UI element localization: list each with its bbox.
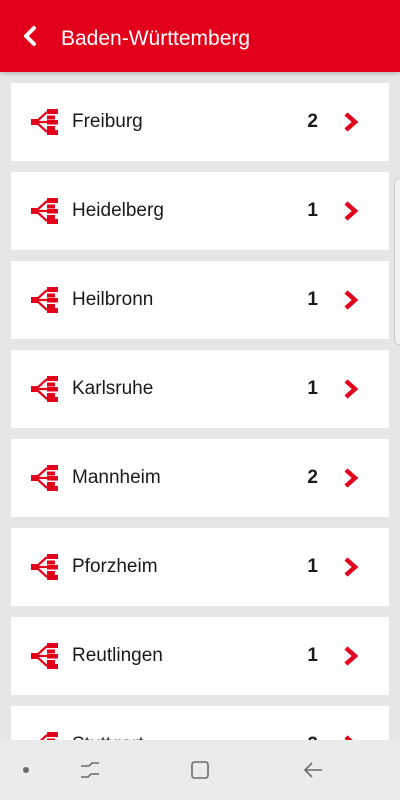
recent-apps-button[interactable] bbox=[74, 754, 106, 786]
list-item-name: Karlsruhe bbox=[72, 378, 154, 399]
system-back-button[interactable] bbox=[297, 754, 329, 786]
list-item-count: 1 bbox=[307, 200, 318, 221]
list-item-name: Mannheim bbox=[72, 467, 161, 488]
list-item[interactable]: Karlsruhe 1 bbox=[11, 350, 389, 428]
home-button[interactable] bbox=[184, 754, 216, 786]
list-item-count: 1 bbox=[307, 556, 318, 577]
list-item-count: 2 bbox=[307, 706, 318, 740]
list-item-name: Reutlingen bbox=[72, 645, 163, 666]
chevron-right-icon bbox=[344, 112, 359, 132]
branch-network-icon bbox=[31, 376, 58, 402]
chevron-right-icon bbox=[344, 201, 359, 221]
chevron-left-icon bbox=[24, 26, 36, 46]
list-item-name: Heidelberg bbox=[72, 200, 164, 221]
city-list[interactable]: Freiburg 2 Heidelberg 1 Heilbronn 1 Karl… bbox=[0, 72, 400, 740]
app-screen: Baden-Württemberg Freiburg 2 Heidelberg … bbox=[0, 0, 400, 800]
list-item-count: 1 bbox=[307, 289, 318, 310]
list-item[interactable]: Pforzheim 1 bbox=[11, 528, 389, 606]
back-arrow-icon bbox=[303, 762, 322, 778]
list-item[interactable]: Heidelberg 1 bbox=[11, 172, 389, 250]
top-app-bar: Baden-Württemberg bbox=[0, 0, 400, 72]
system-navigation-bar bbox=[0, 740, 400, 800]
list-item-count: 1 bbox=[307, 645, 318, 666]
list-item-name: Heilbronn bbox=[72, 289, 154, 310]
list-item-name: Pforzheim bbox=[72, 556, 158, 577]
list-item[interactable]: Freiburg 2 bbox=[11, 83, 389, 161]
chevron-right-icon bbox=[344, 646, 359, 666]
list-item-name: Freiburg bbox=[72, 111, 143, 132]
nav-dot-button[interactable] bbox=[10, 754, 42, 786]
branch-network-icon bbox=[31, 198, 58, 224]
chevron-right-icon bbox=[344, 468, 359, 488]
branch-network-icon bbox=[31, 465, 58, 491]
list-item-count: 2 bbox=[307, 111, 318, 132]
chevron-right-icon bbox=[344, 557, 359, 577]
list-item[interactable]: Reutlingen 1 bbox=[11, 617, 389, 695]
list-item[interactable]: Stuttgart 2 bbox=[11, 706, 389, 740]
list-item-name: Stuttgart bbox=[72, 706, 144, 740]
dot-icon bbox=[23, 767, 29, 773]
page-title: Baden-Württemberg bbox=[61, 27, 251, 50]
back-button[interactable] bbox=[12, 18, 48, 54]
list-item-count: 2 bbox=[307, 467, 318, 488]
chevron-right-icon bbox=[344, 290, 359, 310]
edge-panel-handle[interactable] bbox=[394, 178, 400, 345]
list-item-count: 1 bbox=[307, 378, 318, 399]
branch-network-icon bbox=[31, 554, 58, 580]
branch-network-icon bbox=[39, 732, 58, 740]
list-item[interactable]: Mannheim 2 bbox=[11, 439, 389, 517]
branch-network-icon bbox=[31, 287, 58, 313]
branch-network-icon bbox=[31, 643, 58, 669]
chevron-right-icon bbox=[344, 379, 359, 399]
home-icon bbox=[191, 761, 209, 779]
branch-network-icon bbox=[31, 109, 58, 135]
recent-apps-icon bbox=[81, 762, 99, 778]
list-item[interactable]: Heilbronn 1 bbox=[11, 261, 389, 339]
